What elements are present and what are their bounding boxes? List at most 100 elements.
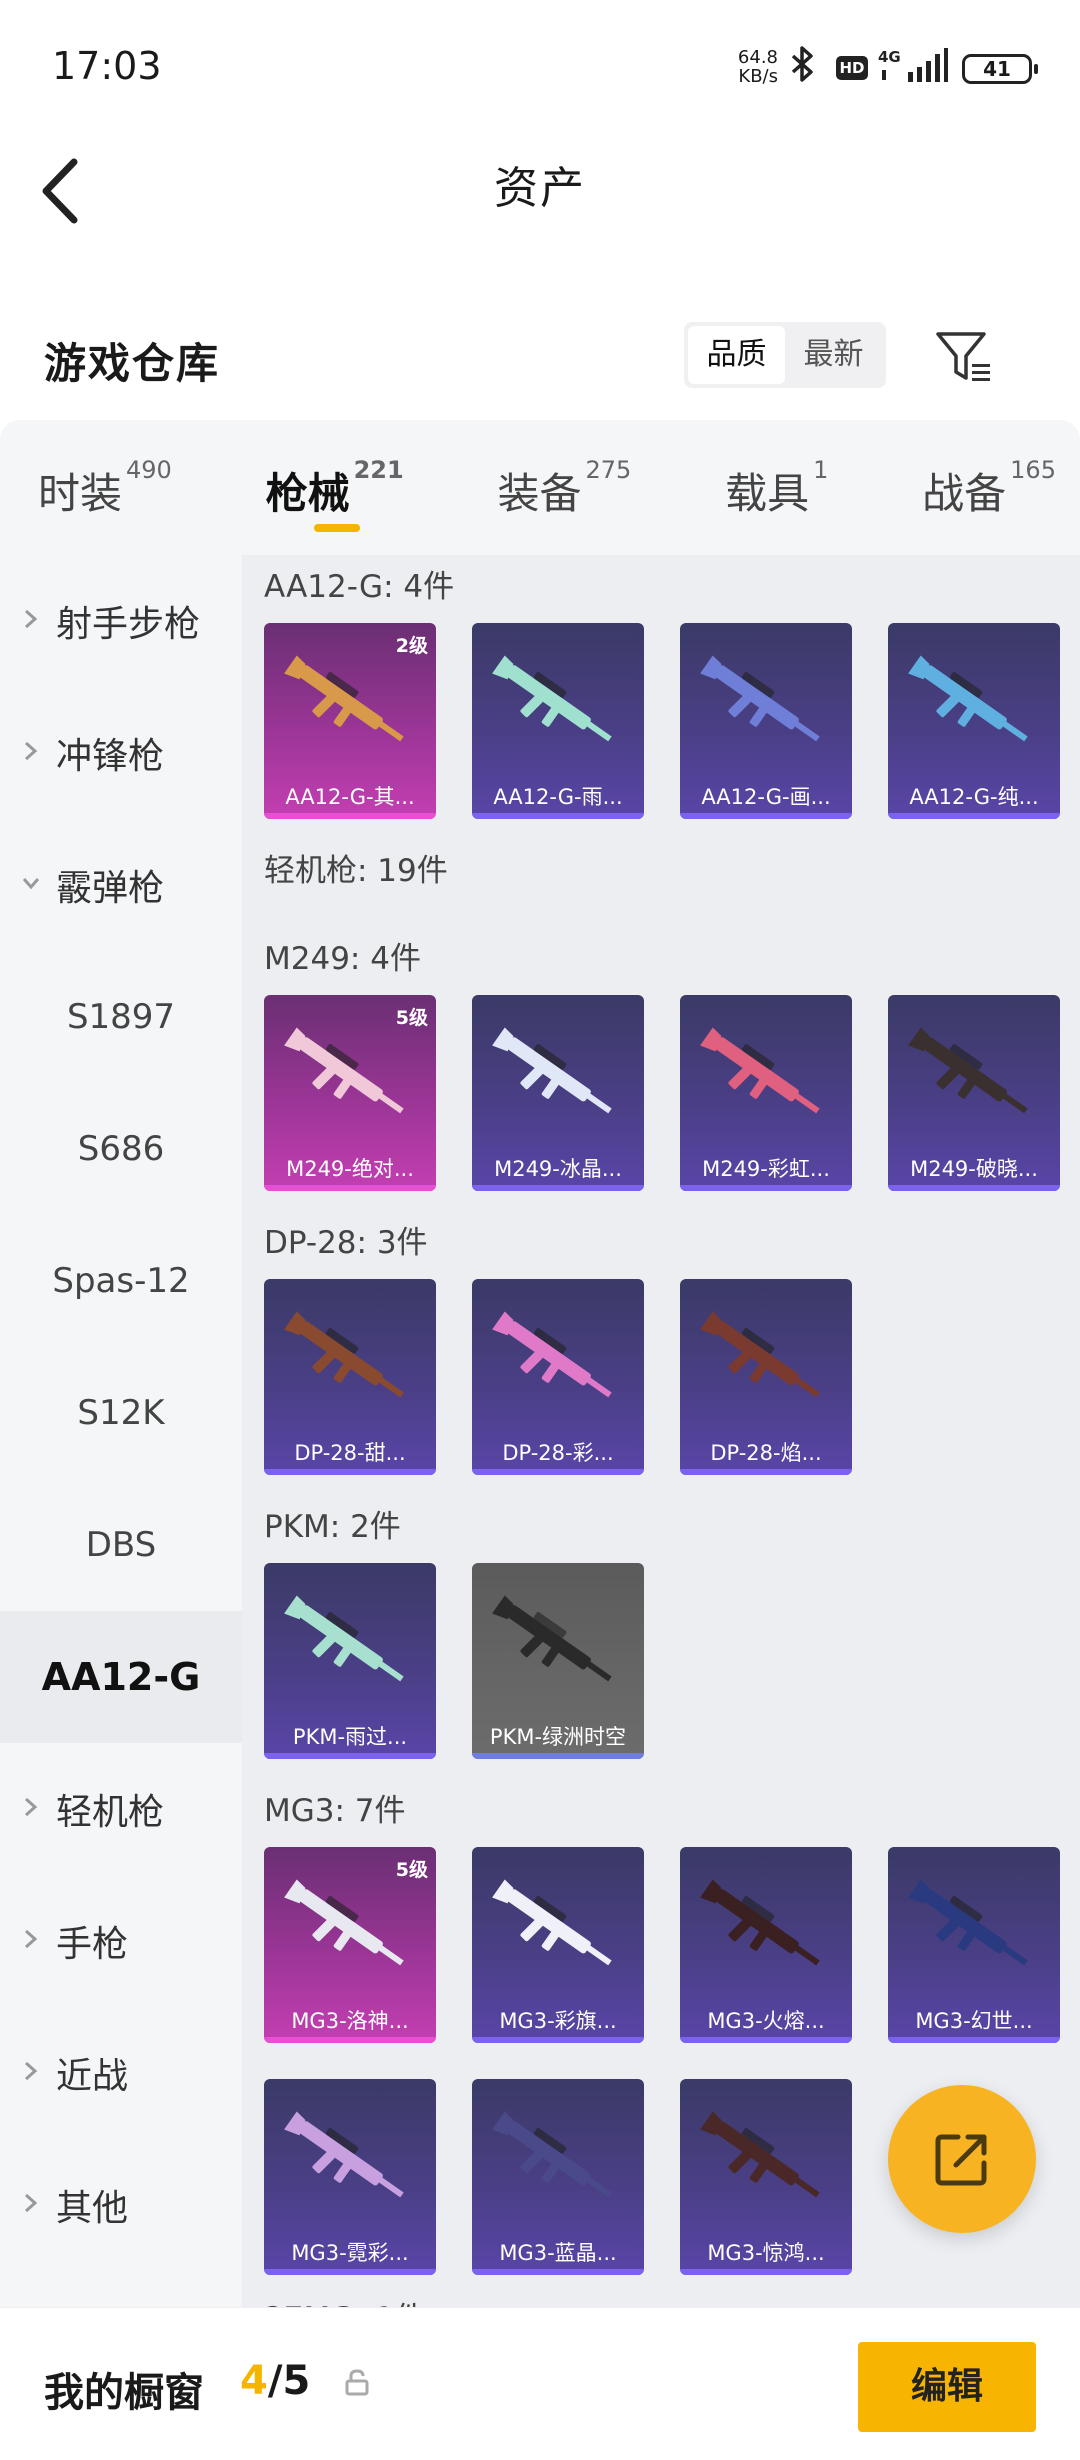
level-badge: 5级 xyxy=(395,1859,428,1881)
gun-icon xyxy=(492,2111,612,2198)
item-card[interactable]: MG3-惊鸿... xyxy=(680,2079,852,2275)
warehouse-header: 游戏仓库 品质 最新 xyxy=(0,300,1080,420)
sidebar-item-lmg[interactable]: 轻机枪 xyxy=(0,1743,242,1875)
lock-icon xyxy=(345,2369,369,2396)
rarity-bar xyxy=(472,813,644,819)
showcase-label: 我的橱窗 xyxy=(44,2370,204,2416)
item-card[interactable]: MG3-幻世... xyxy=(888,1847,1060,2043)
item-card[interactable]: AA12-G-雨... xyxy=(472,623,644,819)
rarity-bar xyxy=(472,2037,644,2043)
sort-quality-button[interactable]: 品质 xyxy=(688,326,785,384)
sidebar-item-melee[interactable]: 近战 xyxy=(0,2007,242,2139)
sidebar-item-smg[interactable]: 冲锋枪 xyxy=(0,687,242,819)
gun-icon xyxy=(492,1879,612,1966)
item-card[interactable]: M249-彩虹... xyxy=(680,995,852,1191)
clock: 17:03 xyxy=(52,44,162,88)
item-name: DP-28-焰... xyxy=(710,1441,822,1465)
item-card[interactable]: M249-破晓... xyxy=(888,995,1060,1191)
tab-guns[interactable]: 枪械 221 xyxy=(266,420,404,555)
gun-icon xyxy=(908,1027,1028,1114)
item-name: MG3-火熔... xyxy=(707,2009,825,2033)
item-name: MG3-彩旗... xyxy=(499,2009,617,2033)
item-card[interactable]: MG3-蓝晶... xyxy=(472,2079,644,2275)
gun-icon xyxy=(284,2111,404,2198)
group-heading-aa12g: AA12-G: 4件 xyxy=(264,569,455,605)
sidebar-item-s686[interactable]: S686 xyxy=(0,1083,242,1215)
item-card[interactable]: PKM-绿洲时空 xyxy=(472,1563,644,1759)
rarity-bar xyxy=(264,1753,436,1759)
tab-supplies[interactable]: 战备 165 xyxy=(922,420,1056,555)
rarity-bar xyxy=(472,2269,644,2275)
item-card[interactable]: AA12-G-纯... xyxy=(888,623,1060,819)
rarity-bar xyxy=(264,813,436,819)
section-title: 游戏仓库 xyxy=(44,339,221,388)
sidebar-item-spas12[interactable]: Spas-12 xyxy=(0,1215,242,1347)
rarity-bar xyxy=(680,1469,852,1475)
item-card[interactable]: PKM-雨过... xyxy=(264,1563,436,1759)
sort-newest-button[interactable]: 最新 xyxy=(785,326,882,384)
sidebar-item-shotgun[interactable]: 霰弹枪 xyxy=(0,819,242,951)
item-card[interactable]: DP-28-彩... xyxy=(472,1279,644,1475)
group-heading-dp28: DP-28: 3件 xyxy=(264,1225,428,1261)
group-heading-pkm: PKM: 2件 xyxy=(264,1509,401,1545)
tab-equipment[interactable]: 装备 275 xyxy=(497,420,631,555)
item-name: AA12-G-画... xyxy=(701,785,831,809)
filter-icon[interactable] xyxy=(934,326,994,386)
rarity-bar xyxy=(888,1185,1060,1191)
edit-button[interactable]: 编辑 xyxy=(858,2342,1036,2432)
item-name: M249-冰晶... xyxy=(494,1157,622,1181)
item-name: MG3-霓彩... xyxy=(291,2241,409,2265)
gun-icon xyxy=(700,1311,820,1398)
item-name: AA12-G-纯... xyxy=(909,785,1039,809)
item-name: MG3-惊鸿... xyxy=(707,2241,825,2265)
item-name: AA12-G-其... xyxy=(285,785,415,809)
sidebar-item-marksman-rifle[interactable]: 射手步枪 xyxy=(0,555,242,687)
item-card[interactable]: DP-28-甜... xyxy=(264,1279,436,1475)
group-heading-mg3: MG3: 7件 xyxy=(264,1793,406,1829)
item-card[interactable]: MG3-火熔... xyxy=(680,1847,852,2043)
sidebar-item-s12k[interactable]: S12K xyxy=(0,1347,242,1479)
sidebar-item-dbs[interactable]: DBS xyxy=(0,1479,242,1611)
item-card[interactable]: 2级 AA12-G-其... xyxy=(264,623,436,819)
item-name: PKM-绿洲时空 xyxy=(489,1725,627,1749)
sidebar-item-pistol[interactable]: 手枪 xyxy=(0,1875,242,2007)
tab-fashion[interactable]: 时装 490 xyxy=(38,420,172,555)
item-name: MG3-幻世... xyxy=(915,2009,1033,2033)
item-card[interactable]: 5级 M249-绝对... xyxy=(264,995,436,1191)
item-card[interactable]: 5级 MG3-洛神... xyxy=(264,1847,436,2043)
chevron-right-icon xyxy=(25,2193,38,2213)
rarity-bar xyxy=(680,2037,852,2043)
chevron-right-icon xyxy=(25,2061,38,2081)
item-card[interactable]: DP-28-焰... xyxy=(680,1279,852,1475)
group-heading-lmg: 轻机枪: 19件 xyxy=(264,853,448,889)
gun-icon xyxy=(492,1027,612,1114)
item-card[interactable]: MG3-彩旗... xyxy=(472,1847,644,2043)
chevron-down-icon xyxy=(22,878,40,890)
sidebar-item-other[interactable]: 其他 xyxy=(0,2139,242,2271)
gun-icon xyxy=(492,1595,612,1682)
share-button[interactable] xyxy=(888,2085,1036,2233)
item-name: M249-绝对... xyxy=(286,1157,414,1181)
rarity-bar xyxy=(680,2269,852,2275)
item-name: MG3-洛神... xyxy=(291,2009,409,2033)
category-tabs: 时装 490 枪械 221 装备 275 载具 1 战备 165 xyxy=(0,420,1080,555)
sidebar-item-s1897[interactable]: S1897 xyxy=(0,951,242,1083)
sidebar-item-aa12g[interactable]: AA12-G xyxy=(0,1611,242,1743)
item-card[interactable]: MG3-霓彩... xyxy=(264,2079,436,2275)
network-speed: 64.8 KB/s xyxy=(737,47,778,87)
gun-icon xyxy=(700,1027,820,1114)
item-card[interactable]: AA12-G-画... xyxy=(680,623,852,819)
chevron-right-icon xyxy=(25,1797,38,1817)
item-name: AA12-G-雨... xyxy=(493,785,623,809)
item-name: MG3-蓝晶... xyxy=(499,2241,617,2265)
item-name: DP-28-彩... xyxy=(502,1441,614,1465)
rarity-bar xyxy=(680,1185,852,1191)
tab-vehicles[interactable]: 载具 1 xyxy=(725,420,828,555)
rarity-bar xyxy=(472,1469,644,1475)
item-card[interactable]: M249-冰晶... xyxy=(472,995,644,1191)
showcase-footer: 我的橱窗 4/5 编辑 xyxy=(0,2307,1080,2460)
gun-icon xyxy=(492,655,612,742)
share-icon xyxy=(935,2134,987,2186)
gun-icon xyxy=(700,655,820,742)
gun-icon xyxy=(492,1311,612,1398)
